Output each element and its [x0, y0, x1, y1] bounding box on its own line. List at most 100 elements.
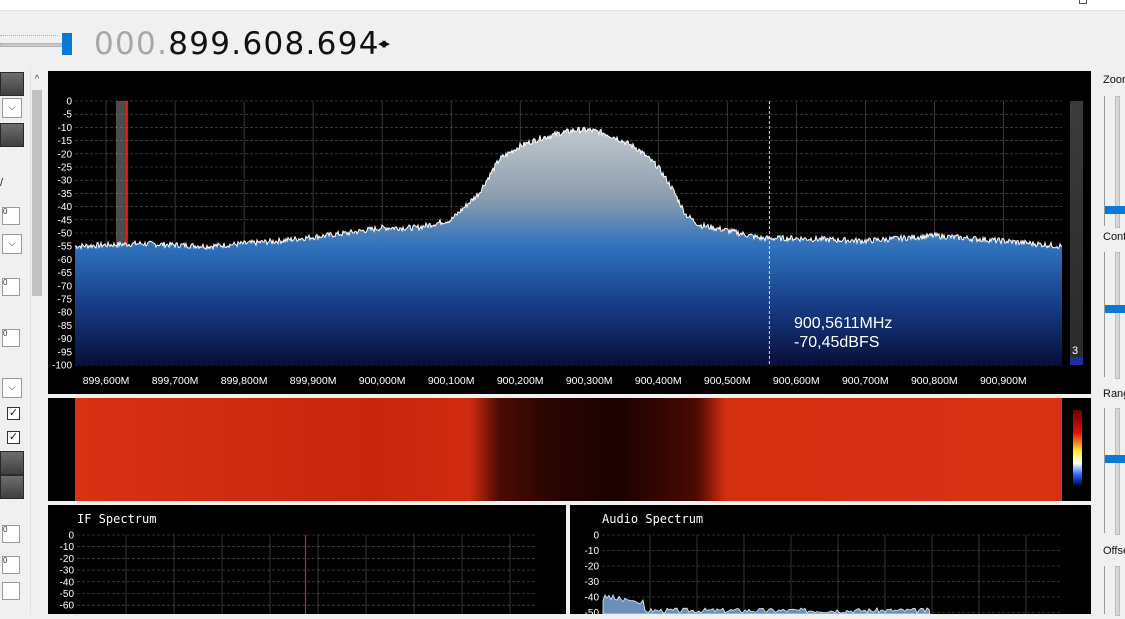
- audio-spectrum-panel[interactable]: Audio Spectrum 0 -10 -20 -30 -40 -50: [570, 505, 1091, 619]
- waterfall-display[interactable]: [48, 398, 1091, 501]
- contrast-label: Contrast: [1103, 231, 1125, 243]
- y-tick-label: -50: [58, 229, 73, 240]
- cursor-frequency: 900,5611MHz: [794, 315, 892, 332]
- y-tick-label: -95: [58, 347, 73, 358]
- waterfall-plot[interactable]: [48, 398, 1091, 501]
- spin-field[interactable]: 0: [2, 207, 20, 225]
- level-meter: [1070, 101, 1083, 365]
- source-combo[interactable]: ⌵: [2, 98, 22, 118]
- offset-slider[interactable]: [1115, 566, 1120, 616]
- audio-spectrum-title: Audio Spectrum: [602, 512, 704, 526]
- y-tick-label: -50: [585, 608, 600, 614]
- x-tick-label: 900,700M: [842, 375, 889, 387]
- check-icon: ✓: [8, 431, 19, 443]
- frequency-display[interactable]: 000.899.608.694: [94, 26, 380, 62]
- slider-tick-line: [0, 35, 58, 37]
- offset-label: Offset: [1103, 545, 1125, 557]
- panel-button[interactable]: [0, 475, 24, 499]
- play-button[interactable]: [0, 72, 24, 96]
- y-tick-label: -10: [585, 546, 600, 557]
- spin-value: 0: [3, 207, 8, 216]
- contrast-slider-thumb[interactable]: [1105, 304, 1125, 313]
- x-tick-label: 900,200M: [497, 375, 544, 387]
- y-tick-label: -60: [58, 255, 73, 266]
- waterfall-image[interactable]: [75, 398, 1062, 501]
- spin-value: 0: [3, 556, 8, 565]
- y-tick-label: -15: [58, 136, 73, 147]
- spin-value: 0: [3, 329, 8, 338]
- y-tick-label: -100: [52, 361, 72, 372]
- level-meter-fill: [1070, 357, 1083, 365]
- x-tick-label: 899,600M: [83, 375, 130, 387]
- x-tick-label: 899,900M: [290, 375, 337, 387]
- check-icon: ✓: [8, 407, 19, 419]
- if-spectrum-panel[interactable]: IF Spectrum 0 -10 -20 -30 -40 -50 -60: [48, 505, 566, 614]
- y-tick-label: -40: [60, 577, 75, 588]
- y-tick-label: -30: [58, 176, 73, 187]
- panel-button[interactable]: [0, 451, 24, 475]
- offset-ticks: [1104, 566, 1110, 614]
- spin-field[interactable]: 0: [2, 278, 20, 296]
- contrast-slider[interactable]: [1115, 252, 1120, 379]
- zoom-slider-thumb[interactable]: [1105, 205, 1125, 214]
- range-slider-thumb[interactable]: [1105, 454, 1125, 463]
- y-tick-label: -70: [58, 281, 73, 292]
- y-tick-label: -30: [60, 566, 75, 577]
- gain-slider-thumb[interactable]: [62, 33, 72, 55]
- level-meter-value: 3: [1072, 345, 1078, 357]
- y-tick-label: -65: [58, 268, 73, 279]
- y-tick-label: -45: [58, 215, 73, 226]
- spin-value: 0: [3, 525, 8, 534]
- if-y-axis: 0-10-20-30-40-50-60: [60, 531, 75, 612]
- chevron-down-icon: ⌵: [8, 382, 16, 393]
- spectrum-plot[interactable]: 900,5611MHz -70,45dBFS 3 0 -5 -10 -15 -20 -25…: [48, 71, 1091, 394]
- y-tick-label: -90: [58, 334, 73, 345]
- y-tick-label: -20: [58, 149, 73, 160]
- y-tick-label: 0: [66, 97, 72, 108]
- filter-combo[interactable]: ⌵: [2, 378, 22, 398]
- frequency-value: 899.608.694: [168, 26, 380, 62]
- y-tick-label: -75: [58, 295, 73, 306]
- y-tick-label: 0: [68, 531, 74, 542]
- y-tick-label: -80: [58, 308, 73, 319]
- right-control-panel: [1095, 70, 1125, 614]
- title-strip: [0, 0, 1125, 11]
- x-tick-label: 900,000M: [359, 375, 406, 387]
- y-tick-label: -30: [585, 577, 600, 588]
- range-label: Range: [1103, 388, 1125, 400]
- y-tick-label: -25: [58, 163, 73, 174]
- scroll-up-icon[interactable]: ^: [30, 72, 44, 88]
- chevron-down-icon: ⌵: [8, 238, 16, 249]
- spectrum-analyzer[interactable]: 900,5611MHz -70,45dBFS 3 0 -5 -10 -15 -20 -25…: [48, 71, 1091, 394]
- option-checkbox[interactable]: ✓: [7, 407, 20, 420]
- window-resize-icon[interactable]: [1079, 0, 1087, 4]
- gain-slider[interactable]: [0, 43, 70, 47]
- configure-button[interactable]: [0, 123, 24, 147]
- scrollbar-thumb[interactable]: [32, 90, 42, 296]
- frequency-leading-zeros: 000.: [94, 26, 169, 62]
- y-tick-label: -85: [58, 321, 73, 332]
- x-tick-label: 899,800M: [221, 375, 268, 387]
- spin-field[interactable]: 0: [2, 525, 20, 543]
- contrast-ticks: [1104, 252, 1110, 377]
- cursor-level: -70,45dBFS: [794, 334, 879, 351]
- if-grid: [77, 534, 536, 614]
- y-tick-label: -5: [63, 110, 72, 121]
- frequency-step-arrows-icon[interactable]: ◂▸: [378, 34, 390, 52]
- x-tick-label: 900,100M: [428, 375, 475, 387]
- y-tick-label: -35: [58, 189, 73, 200]
- spin-field[interactable]: [2, 582, 20, 600]
- audio-y-axis: 0 -10 -20 -30 -40 -50: [585, 531, 600, 619]
- label-fragment: /: [0, 177, 4, 189]
- spin-field[interactable]: 0: [2, 556, 20, 574]
- x-tick-label: 900,900M: [980, 375, 1027, 387]
- x-tick-label: 899,700M: [152, 375, 199, 387]
- mode-combo[interactable]: ⌵: [2, 234, 22, 254]
- range-slider[interactable]: [1115, 408, 1120, 535]
- chevron-down-icon: ⌵: [8, 102, 16, 113]
- audio-trace: [602, 594, 931, 615]
- y-tick-label: -40: [585, 593, 600, 604]
- option-checkbox[interactable]: ✓: [7, 431, 20, 444]
- spin-field[interactable]: 0: [2, 329, 20, 347]
- y-tick-label: -40: [58, 202, 73, 213]
